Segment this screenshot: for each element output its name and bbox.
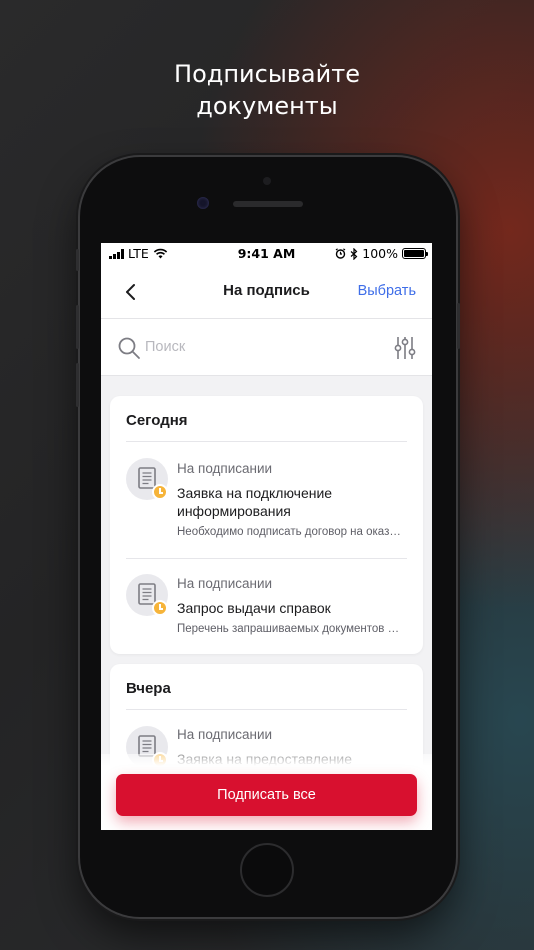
phone-power-button [457,303,460,349]
item-description: Перечень запрашиваемых документов и спра… [177,623,405,635]
divider [126,558,407,559]
group-card-today: Сегодня На подписании Заявка на подключе… [110,396,423,654]
list-item[interactable]: На подписании Запрос выдачи справок Пере… [110,570,423,650]
divider [126,709,407,710]
alarm-icon [335,248,346,259]
bluetooth-icon [350,247,358,260]
app-screen: LTE 9:41 AM 100% На подпись Выбрать Поис… [101,243,432,830]
promo-headline-line2: документы [196,92,338,120]
phone-speaker [233,201,303,207]
bottom-action-bar: Подписать все [101,754,432,830]
document-avatar [126,458,168,500]
group-title: Сегодня [126,412,188,429]
phone-mute-switch [76,249,79,271]
phone-volume-down [76,363,79,407]
item-status: На подписании [177,576,273,591]
promo-headline-line1: Подписывайте [174,60,360,88]
battery-icon [402,248,428,259]
battery-percent: 100% [362,246,398,261]
item-title: Запрос выдачи справок [177,600,331,616]
promo-headline: Подписывайте документы [0,58,534,122]
sign-all-button[interactable]: Подписать все [116,774,417,816]
search-input[interactable] [145,333,375,361]
nav-bar: На подпись Выбрать [101,265,432,319]
item-status: На подписании [177,727,273,742]
document-avatar [126,574,168,616]
list-item[interactable]: На подписании Заявка на подключение инфо… [110,454,423,554]
item-title: Заявка на подключение информирования [177,485,333,519]
clock-icon [152,484,168,500]
item-status: На подписании [177,461,273,476]
home-button[interactable] [240,843,294,897]
group-title: Вчера [126,680,171,697]
clock-icon [152,600,168,616]
filter-sliders-icon[interactable] [394,336,416,360]
phone-frame: LTE 9:41 AM 100% На подпись Выбрать Поис… [76,157,460,917]
phone-sensor [263,177,271,185]
select-button[interactable]: Выбрать [358,283,416,299]
phone-camera [197,197,209,209]
battery-fill [404,250,424,257]
search-icon [118,337,140,359]
status-bar: LTE 9:41 AM 100% [101,243,432,265]
phone-volume-up [76,305,79,349]
divider [126,441,407,442]
item-description: Необходимо подписать договор на оказание… [177,526,405,538]
status-right: 100% [335,246,428,261]
search-bar [101,319,432,376]
